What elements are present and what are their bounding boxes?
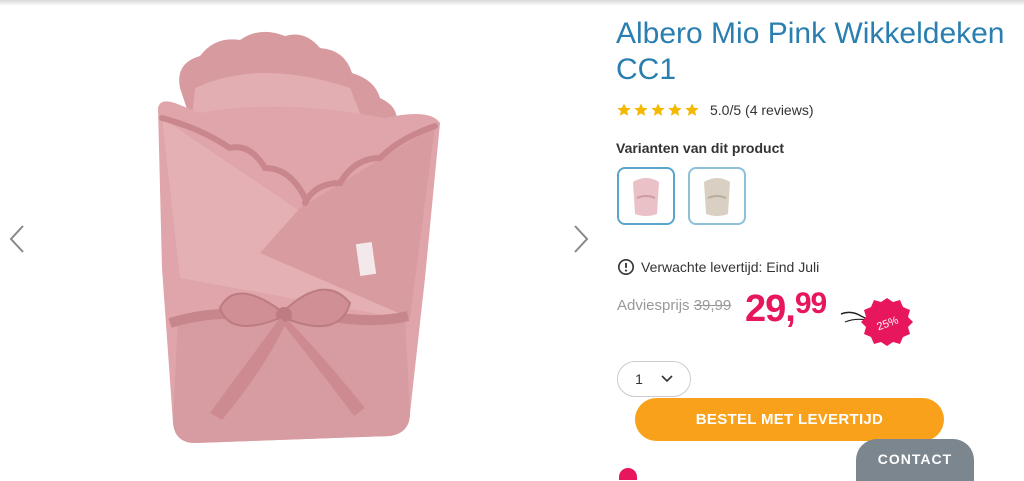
- previous-image-button[interactable]: [2, 222, 32, 256]
- rating-stars: [616, 102, 700, 118]
- star-icon: [651, 103, 665, 116]
- quantity-select[interactable]: 1: [617, 361, 691, 397]
- rating-text: 5.0/5 (4 reviews): [710, 102, 814, 118]
- advice-price-value: 39,99: [693, 297, 732, 314]
- current-price: 29,99: [745, 287, 827, 331]
- quantity-value: 1: [635, 371, 643, 387]
- product-image[interactable]: [140, 18, 460, 458]
- discount-badge: 25%: [840, 298, 913, 346]
- star-icon: [634, 103, 648, 116]
- order-button[interactable]: BESTEL MET LEVERTIJD: [635, 398, 944, 441]
- chevron-left-icon: [9, 225, 24, 253]
- product-title: Albero Mio Pink Wikkeldeken CC1: [616, 17, 1005, 86]
- star-icon: [668, 103, 682, 116]
- pink-indicator: [619, 468, 637, 480]
- variants-label: Varianten van dit product: [616, 140, 785, 156]
- delivery-text: Verwachte levertijd: Eind Juli: [641, 259, 820, 275]
- star-icon: [617, 103, 631, 116]
- product-rating[interactable]: 5.0/5 (4 reviews): [616, 102, 813, 118]
- chevron-right-icon: [574, 225, 589, 253]
- contact-button[interactable]: CONTACT: [856, 439, 974, 481]
- next-image-button[interactable]: [566, 222, 596, 256]
- chevron-down-icon: [661, 375, 673, 383]
- advice-price: Adviesprijs 39,99: [617, 297, 731, 314]
- star-icon: [685, 103, 699, 116]
- variant-thumbnail-beige: [704, 178, 730, 216]
- variant-beige[interactable]: [688, 167, 746, 225]
- delivery-info: Verwachte levertijd: Eind Juli: [617, 258, 819, 276]
- price-main: 29,: [745, 288, 796, 330]
- alert-circle-icon: [617, 258, 635, 276]
- advice-label: Adviesprijs: [617, 297, 690, 314]
- price-section: Adviesprijs 39,99 29,99 25%: [617, 287, 1017, 346]
- price-cents: 99: [794, 287, 827, 320]
- variant-pink[interactable]: [617, 167, 675, 225]
- product-gallery: [0, 0, 600, 474]
- variant-thumbnail-pink: [633, 178, 659, 216]
